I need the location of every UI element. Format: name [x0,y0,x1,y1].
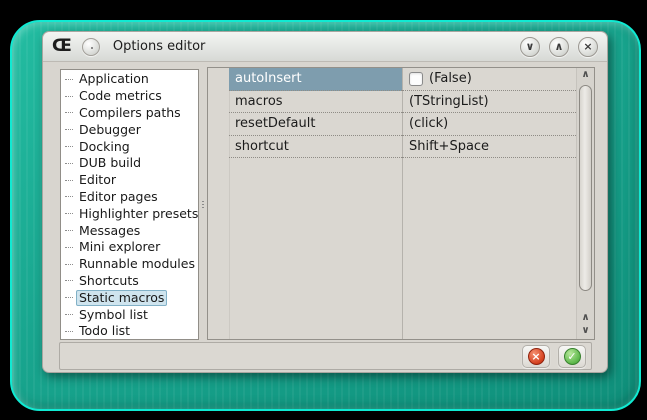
minimize-button[interactable]: ∨ [520,37,540,57]
category-tree-item[interactable]: Debugger [61,121,198,138]
property-name[interactable]: shortcut [229,136,402,159]
checkbox[interactable] [409,72,423,86]
category-label[interactable]: Code metrics [76,88,165,104]
maximize-button[interactable]: ∧ [549,37,569,57]
category-tree-item[interactable]: Docking [61,138,198,155]
property-value-cell[interactable]: (click) [402,113,576,136]
property-value-cell[interactable]: Shift+Space [402,136,576,159]
row-gutter [208,113,229,136]
accept-check-icon: ✓ [564,348,581,365]
category-tree-item[interactable]: Static macros [61,289,198,306]
property-value: Shift+Space [409,139,489,154]
category-tree-item[interactable]: Messages [61,222,198,239]
category-label[interactable]: Highlighter presets [76,206,199,222]
scrollbar[interactable]: ∧ ∧ ∨ [576,68,594,339]
row-gutter [208,136,229,159]
property-value: (TStringList) [409,94,489,109]
property-name[interactable]: macros [229,91,402,114]
category-label[interactable]: Docking [76,139,133,155]
window-menu-button[interactable] [82,38,100,56]
property-name[interactable]: autoInsert [229,68,402,91]
property-grid[interactable]: autoInsert (False) macros [207,67,595,340]
category-tree-item[interactable]: Compilers paths [61,105,198,122]
property-value: (click) [409,116,448,131]
category-label[interactable]: Editor pages [76,189,161,205]
window-title: Options editor [113,39,206,54]
accept-button[interactable]: ✓ [558,345,586,368]
app-logo-icon: Œ [52,38,70,55]
category-tree-item[interactable]: Symbol list [61,306,198,323]
panel-splitter[interactable] [199,69,207,340]
property-row[interactable]: macros (TStringList) [208,91,576,114]
category-tree-item[interactable]: Runnable modules [61,256,198,273]
property-value-cell[interactable]: (False) [402,68,576,91]
category-tree-item[interactable]: Shortcuts [61,273,198,290]
category-label[interactable]: Application [76,71,152,87]
category-label[interactable]: Debugger [76,122,144,138]
row-gutter [208,68,229,91]
category-label[interactable]: Static macros [76,290,167,306]
scroll-up-icon[interactable]: ∧ [577,68,594,81]
window-controls: ∨ ∧ × [520,37,598,57]
property-value-cell[interactable]: (TStringList) [402,91,576,114]
category-label[interactable]: Editor [76,172,119,188]
property-row[interactable]: autoInsert (False) [208,68,576,91]
scroll-down-icon[interactable]: ∨ [577,324,594,337]
category-tree-item[interactable]: Mini explorer [61,239,198,256]
category-tree-item[interactable]: Application [61,71,198,88]
property-name[interactable]: resetDefault [229,113,402,136]
property-value: (False) [429,71,472,86]
property-rows: autoInsert (False) macros [208,68,576,158]
scroll-up2-icon[interactable]: ∧ [577,311,594,324]
category-label[interactable]: Runnable modules [76,256,198,272]
options-editor-window: Œ Options editor ∨ ∧ × Application Code … [42,31,608,373]
category-tree-item[interactable]: Highlighter presets [61,205,198,222]
screen: Œ Options editor ∨ ∧ × Application Code … [0,0,647,420]
category-tree-item[interactable]: Code metrics [61,88,198,105]
category-label[interactable]: Compilers paths [76,105,184,121]
category-label[interactable]: DUB build [76,155,144,171]
category-label[interactable]: Messages [76,223,143,239]
scrollbar-thumb[interactable] [579,85,592,291]
category-tree-item[interactable]: Editor pages [61,189,198,206]
property-row[interactable]: shortcut Shift+Space [208,136,576,159]
property-row[interactable]: resetDefault (click) [208,113,576,136]
cancel-x-icon: × [528,348,545,365]
cancel-button[interactable]: × [522,345,550,368]
row-gutter [208,91,229,114]
category-tree-item[interactable]: Editor [61,172,198,189]
category-tree-item[interactable]: Todo list [61,323,198,340]
scroll-bottom-buttons: ∧ ∨ [577,311,594,337]
category-label[interactable]: Todo list [76,323,133,339]
close-button[interactable]: × [578,37,598,57]
category-label[interactable]: Symbol list [76,307,151,323]
footer-bar: × ✓ [59,342,592,370]
titlebar[interactable]: Œ Options editor ∨ ∧ × [43,32,607,62]
category-label[interactable]: Shortcuts [76,273,142,289]
category-tree-item[interactable]: DUB build [61,155,198,172]
category-label[interactable]: Mini explorer [76,239,163,255]
category-tree[interactable]: Application Code metrics Compilers paths… [60,69,199,340]
